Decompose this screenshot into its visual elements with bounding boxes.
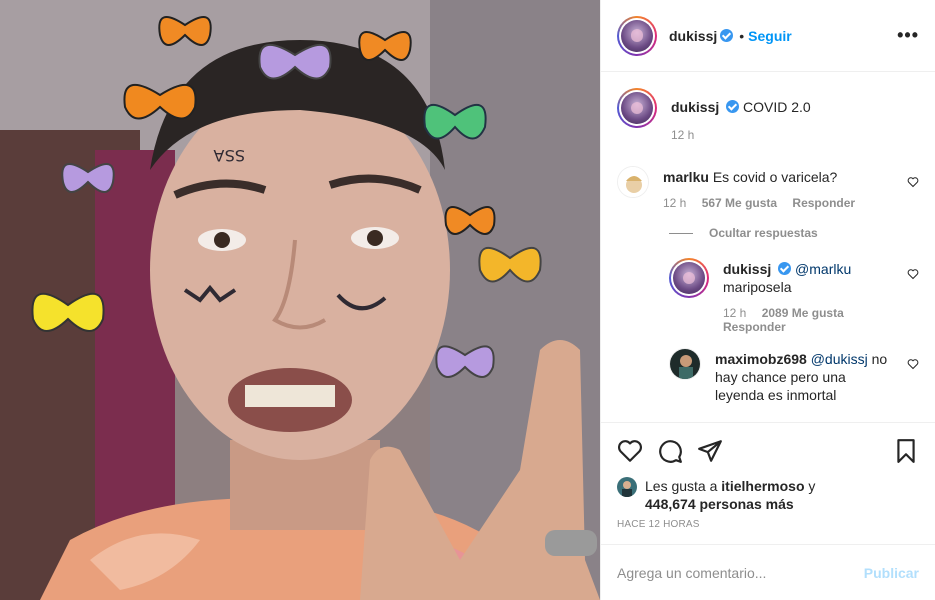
publish-button[interactable]: Publicar (864, 565, 919, 581)
reply-avatar[interactable] (669, 348, 701, 380)
caption-text: COVID 2.0 (743, 99, 811, 115)
comments-list: dukissj COVID 2.0 12 h marlku Es covid o… (601, 72, 935, 422)
reply-username[interactable]: dukissj (723, 261, 771, 277)
share-paper-plane-icon[interactable] (697, 438, 723, 464)
post-side-panel: dukissj • Seguir ••• dukissj COVID 2.0 1… (600, 0, 935, 600)
follow-button[interactable]: Seguir (748, 28, 792, 44)
caption-row: dukissj COVID 2.0 12 h (617, 88, 919, 142)
post-photo[interactable]: SSA (0, 0, 600, 600)
likes-others[interactable]: 448,674 personas más (645, 496, 794, 512)
comment-input[interactable] (617, 564, 864, 581)
caption-username[interactable]: dukissj (671, 99, 719, 115)
hide-replies-line (669, 232, 693, 234)
more-horizontal-icon[interactable]: ••• (897, 25, 919, 46)
separator-dot: • (739, 27, 745, 44)
likes-summary: Les gusta a itielhermoso y 448,674 perso… (617, 477, 919, 513)
heart-icon[interactable] (907, 176, 919, 188)
author-username[interactable]: dukissj (669, 28, 717, 44)
comment-likes[interactable]: 567 Me gusta (702, 196, 777, 210)
comment-time[interactable]: 12 h (663, 196, 686, 210)
likes-prefix: Les gusta a (645, 478, 718, 494)
post-actions: Les gusta a itielhermoso y 448,674 perso… (601, 422, 935, 544)
post-timestamp[interactable]: HACE 12 HORAS (617, 519, 919, 544)
reply-button[interactable]: Responder (723, 320, 786, 334)
reply-time[interactable]: 12 h (723, 306, 746, 320)
liker-avatar[interactable] (617, 477, 637, 497)
author-avatar[interactable] (617, 15, 657, 56)
post-header: dukissj • Seguir ••• (601, 0, 935, 72)
reply-likes[interactable]: 2089 Me gusta (762, 306, 844, 320)
hide-replies-toggle[interactable]: Ocultar respuestas (669, 226, 919, 240)
reply-mention[interactable]: @marlku (795, 261, 851, 277)
commenter-avatar[interactable] (617, 166, 649, 198)
like-heart-icon[interactable] (617, 438, 643, 464)
comment-row: marlku Es covid o varicela? 12 h 567 Me … (617, 166, 919, 210)
comment-bubble-icon[interactable] (657, 438, 683, 464)
svg-text:SSA: SSA (213, 146, 245, 165)
reply-username[interactable]: maximobz698 (715, 351, 807, 367)
comment-username[interactable]: marlku (663, 169, 709, 185)
liker-username[interactable]: itielhermoso (721, 478, 804, 494)
caption-time[interactable]: 12 h (671, 128, 811, 142)
caption-avatar[interactable] (617, 88, 657, 128)
reply-row: maximobz698 @dukissj no hay chance pero … (669, 348, 919, 404)
comment-text: Es covid o varicela? (712, 169, 838, 185)
verified-badge-icon (720, 29, 734, 42)
heart-icon[interactable] (907, 268, 919, 280)
add-comment-bar: Publicar (601, 544, 935, 600)
likes-conjunction: y (808, 478, 816, 494)
verified-badge-icon (726, 100, 740, 113)
reply-avatar[interactable] (669, 258, 709, 298)
verified-badge-icon (778, 262, 792, 275)
save-bookmark-icon[interactable] (893, 438, 919, 464)
reply-button[interactable]: Responder (792, 196, 855, 210)
post-viewer: SSA dukissj • Seguir ••• dukissj COVID 2… (0, 0, 935, 600)
hide-replies-label: Ocultar respuestas (709, 226, 818, 240)
heart-icon[interactable] (907, 358, 919, 370)
reply-text: mariposela (723, 279, 792, 295)
reply-mention[interactable]: @dukissj (811, 351, 868, 367)
reply-row: dukissj @marlku mariposela 12 h 2089 Me … (669, 258, 919, 334)
